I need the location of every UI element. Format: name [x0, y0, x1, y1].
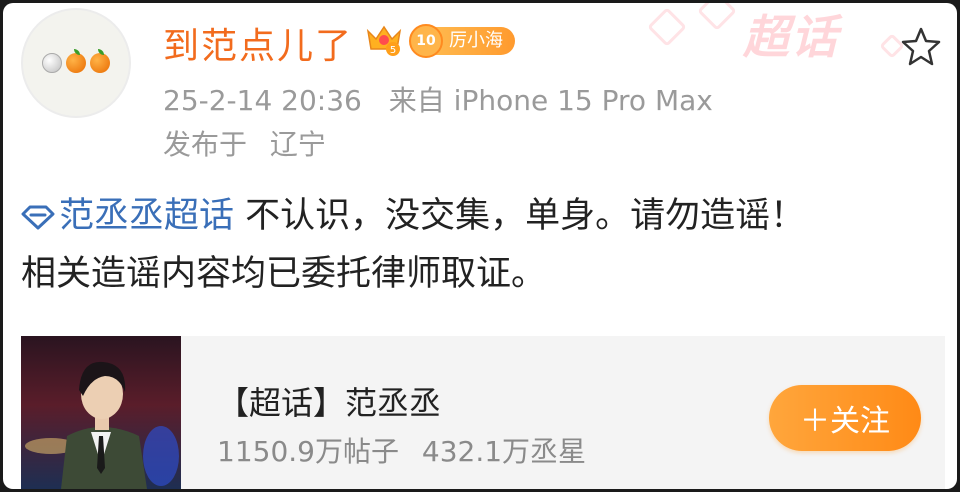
watermark-text: 超话	[743, 10, 839, 64]
orange-icon	[66, 49, 86, 73]
topic-cover-image	[21, 336, 181, 489]
crown-icon: 5	[366, 25, 402, 56]
post-text: 范丞丞超话 不认识，没交集，单身。请勿造谣！ 相关造谣内容均已委托律师取证。	[21, 187, 941, 303]
watermark-diamond	[647, 7, 687, 47]
super-topic-card[interactable]: 【超话】范丞丞 1150.9万帖子 432.1万丞星 ＋关注	[21, 336, 945, 489]
topic-title: 【超话】范丞丞	[217, 384, 442, 422]
level-number: 10	[409, 24, 443, 58]
level-name: 厉小海	[435, 27, 515, 55]
location-prefix: 发布于	[163, 128, 248, 161]
topic-fan-count: 432.1万丞星	[421, 435, 587, 468]
white-ball-icon	[42, 53, 62, 73]
post-source: 来自 iPhone 15 Pro Max	[388, 84, 713, 117]
weibo-post: 超话 到范点儿了 5 10 厉小海 25-2-14 20:36 来自 iPhon…	[3, 3, 957, 489]
topic-post-count: 1150.9万帖子	[217, 435, 399, 468]
topic-diamond-icon	[21, 205, 55, 230]
topic-stats: 1150.9万帖子 432.1万丞星	[217, 430, 586, 470]
follow-button[interactable]: ＋关注	[769, 385, 921, 451]
watermark-diamond	[697, 3, 737, 31]
topic-link-text: 范丞丞超话	[59, 196, 235, 236]
post-text-line2: 相关造谣内容均已委托律师取证。	[21, 254, 547, 294]
avatar[interactable]	[21, 8, 131, 118]
post-time: 25-2-14 20:36	[163, 84, 362, 117]
post-meta: 25-2-14 20:36 来自 iPhone 15 Pro Max	[163, 79, 713, 119]
person-photo	[25, 361, 179, 489]
post-location: 发布于 辽宁	[163, 123, 326, 163]
super-topic-link[interactable]: 范丞丞超话	[21, 196, 234, 236]
level-badge[interactable]: 10 厉小海	[409, 24, 515, 58]
username[interactable]: 到范点儿了	[163, 17, 353, 69]
post-text-line1: 不认识，没交集，单身。请勿造谣！	[234, 196, 806, 236]
location-name: 辽宁	[269, 128, 326, 161]
svg-text:5: 5	[390, 45, 396, 56]
orange-icon	[90, 49, 110, 73]
star-icon[interactable]	[899, 25, 943, 69]
